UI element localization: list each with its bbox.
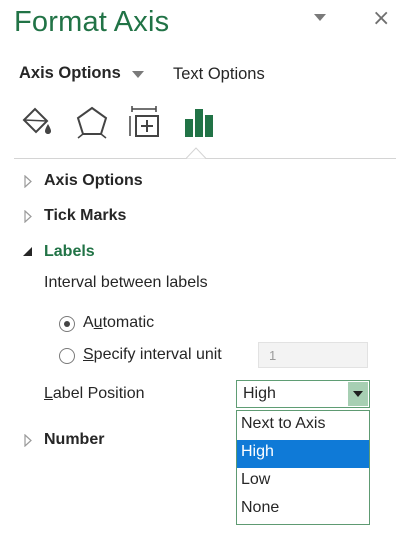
chevron-down-icon[interactable] xyxy=(132,71,144,78)
pane-options-dropdown-icon[interactable] xyxy=(314,14,326,21)
tab-axis-options[interactable]: Axis Options xyxy=(19,64,121,83)
interval-caption: Interval between labels xyxy=(44,274,208,291)
expand-right-icon[interactable] xyxy=(24,210,33,223)
chevron-down-icon xyxy=(353,391,363,397)
label-text: tomatic xyxy=(102,314,155,331)
automatic-label[interactable]: Automatic xyxy=(83,314,154,332)
label-text: A xyxy=(83,314,94,331)
dropdown-option-low[interactable]: Low xyxy=(237,468,369,496)
specify-interval-radio[interactable] xyxy=(59,348,75,364)
section-labels[interactable]: Labels xyxy=(44,243,95,261)
tab-indicator-notch xyxy=(186,147,206,159)
section-number[interactable]: Number xyxy=(44,431,104,449)
section-tick-marks[interactable]: Tick Marks xyxy=(44,207,126,225)
label-text: abel Position xyxy=(52,385,145,402)
dropdown-option-none[interactable]: None xyxy=(237,496,369,524)
expand-right-icon[interactable] xyxy=(24,434,33,447)
interval-unit-value: 1 xyxy=(269,348,277,363)
dropdown-option-next-to-axis[interactable]: Next to Axis xyxy=(237,412,369,440)
pane-title: Format Axis xyxy=(14,6,170,38)
automatic-radio[interactable] xyxy=(59,316,75,332)
collapse-down-icon[interactable] xyxy=(22,246,34,257)
close-icon[interactable]: × xyxy=(372,6,390,31)
label-position-select[interactable]: High xyxy=(236,380,370,408)
dropdown-option-high[interactable]: High xyxy=(237,440,369,468)
tab-text-options[interactable]: Text Options xyxy=(173,65,265,84)
accelerator-key: L xyxy=(44,385,53,402)
size-properties-icon[interactable] xyxy=(126,104,162,140)
accelerator-key: S xyxy=(83,346,94,363)
section-axis-options[interactable]: Axis Options xyxy=(44,172,143,190)
accelerator-key: u xyxy=(93,314,103,331)
fill-line-icon[interactable] xyxy=(18,104,54,140)
label-position-label: Label Position xyxy=(44,385,145,403)
label-position-value: High xyxy=(243,385,276,402)
dropdown-button[interactable] xyxy=(348,382,368,406)
effects-pentagon-icon[interactable] xyxy=(74,104,110,140)
specify-interval-label[interactable]: Specify interval unit xyxy=(83,346,222,364)
radio-selected-dot xyxy=(64,321,70,327)
expand-right-icon[interactable] xyxy=(24,175,33,188)
axis-options-bar-chart-icon[interactable] xyxy=(182,104,218,140)
label-position-dropdown-list: Next to Axis High Low None xyxy=(236,410,370,525)
label-text: pecify interval unit xyxy=(93,346,222,363)
interval-unit-input[interactable]: 1 xyxy=(258,342,368,368)
